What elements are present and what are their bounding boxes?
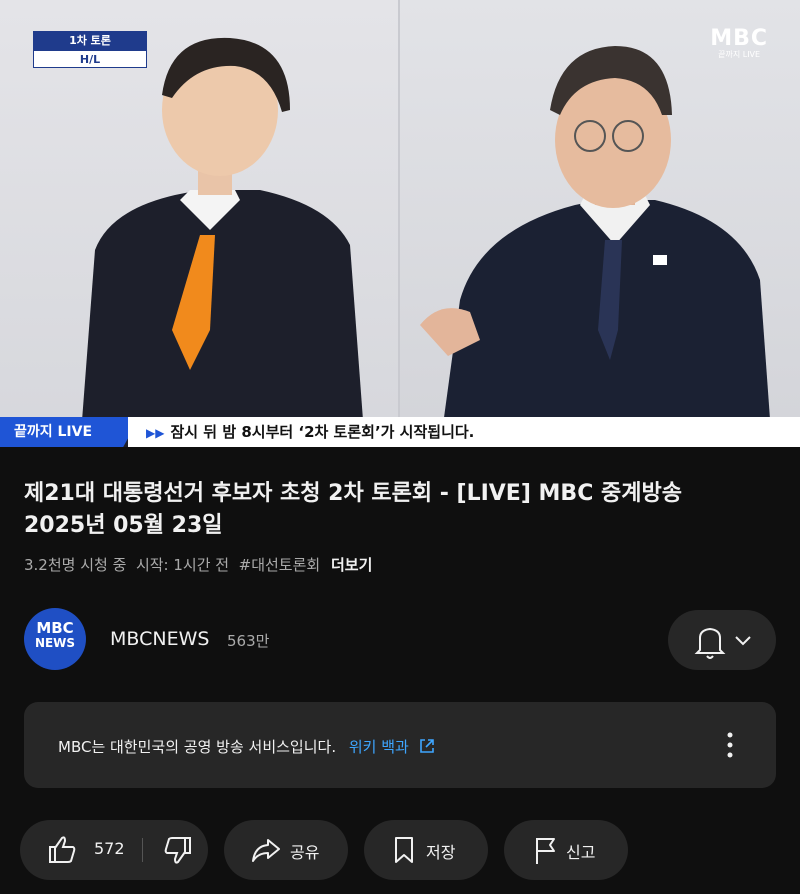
avatar-line1: MBC — [36, 619, 74, 637]
share-button[interactable]: 공유 — [224, 820, 348, 880]
ticker-label: 끝까지 LIVE — [0, 417, 140, 447]
video-right-panel — [400, 0, 800, 447]
ticker-message: ▶▶ 잠시 뒤 밤 8시부터 ‘2차 토론회’가 시작됩니다. — [128, 417, 800, 447]
like-count: 572 — [94, 839, 125, 858]
video-meta: 3.2천명 시청 중 시작: 1시간 전 #대선토론회 더보기 — [24, 554, 372, 575]
wiki-link-label: 위키 백과 — [348, 738, 409, 756]
video-title-line2: 2025년 05월 23일 — [24, 513, 223, 538]
chevron-down-icon — [735, 636, 751, 646]
video-player[interactable]: 1차 토론 H/L MBC 끝까지 LIVE 끝까지 LIVE ▶▶ 잠시 뒤 밤… — [0, 0, 800, 447]
notification-button[interactable] — [668, 610, 776, 670]
channel-row: MBC NEWS MBCNEWS 563만 — [24, 608, 776, 672]
action-bar: 572 공유 저장 신고 — [20, 820, 800, 880]
thumbs-down-icon — [164, 837, 191, 864]
view-count: 3.2천명 시청 중 — [24, 556, 127, 574]
external-link-icon — [419, 739, 434, 753]
save-button[interactable]: 저장 — [364, 820, 488, 880]
right-candidate-figure — [420, 46, 772, 447]
info-text: MBC는 대한민국의 공영 방송 서비스입니다. — [58, 738, 337, 756]
channel-avatar[interactable]: MBC NEWS — [24, 608, 86, 670]
channel-info-card: MBC는 대한민국의 공영 방송 서비스입니다. 위키 백과 — [24, 702, 776, 788]
ticker-arrows: ▶▶ — [146, 426, 165, 440]
news-ticker: 끝까지 LIVE ▶▶ 잠시 뒤 밤 8시부터 ‘2차 토론회’가 시작됩니다. — [0, 417, 800, 447]
avatar-line2: NEWS — [34, 636, 76, 650]
report-label: 신고 — [566, 843, 596, 862]
channel-name[interactable]: MBCNEWS — [110, 628, 209, 650]
like-separator — [142, 838, 143, 862]
logo-sub: 끝까지 LIVE — [718, 50, 761, 59]
share-label: 공유 — [290, 843, 320, 862]
like-dislike-group: 572 — [20, 820, 208, 880]
thumbs-up-icon — [49, 836, 76, 863]
like-button[interactable]: 572 — [20, 820, 140, 880]
mbc-logo: MBC 끝까지 LIVE — [710, 28, 768, 60]
report-button[interactable]: 신고 — [504, 820, 628, 880]
video-title-line1: 제21대 대통령선거 후보자 초청 2차 토론회 - [LIVE] MBC 중계… — [24, 481, 682, 506]
subscriber-count: 563만 — [227, 632, 270, 650]
save-label: 저장 — [426, 843, 456, 862]
bookmark-icon — [395, 837, 413, 863]
ticker-text: 잠시 뒤 밤 8시부터 ‘2차 토론회’가 시작됩니다. — [170, 423, 475, 441]
wiki-link[interactable]: 위키 백과 — [349, 738, 436, 756]
info-row: MBC는 대한민국의 공영 방송 서비스입니다. 위키 백과 — [58, 736, 436, 757]
start-time: 시작: 1시간 전 — [135, 556, 230, 574]
flag-icon — [536, 838, 555, 864]
more-button[interactable]: 더보기 — [331, 556, 372, 574]
badge-subtitle: H/L — [33, 50, 147, 68]
bell-icon — [694, 627, 726, 659]
badge-title: 1차 토론 — [33, 31, 147, 50]
program-badge: 1차 토론 H/L — [33, 31, 147, 69]
hashtag-link[interactable]: #대선토론회 — [239, 556, 321, 574]
video-title: 제21대 대통령선거 후보자 초청 2차 토론회 - [LIVE] MBC 중계… — [24, 478, 774, 542]
share-icon — [252, 839, 280, 862]
kebab-icon — [727, 732, 733, 758]
more-options-button[interactable] — [724, 730, 736, 760]
dislike-button[interactable] — [144, 820, 208, 880]
logo-main: MBC — [710, 26, 768, 51]
